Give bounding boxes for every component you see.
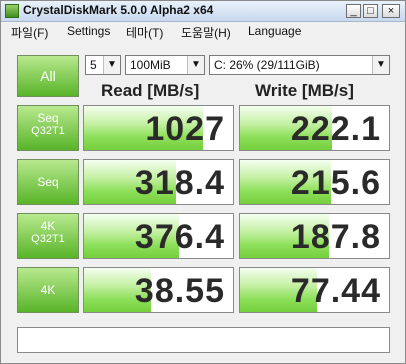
write-value: 222.1: [290, 110, 381, 148]
row-4k-button[interactable]: 4K: [17, 267, 79, 313]
test-count-select[interactable]: 5 ▼: [85, 55, 121, 75]
menu-theme[interactable]: 테마(T): [126, 24, 163, 41]
read-value: 38.55: [134, 272, 225, 310]
row-label: 4K: [40, 283, 56, 297]
comment-field[interactable]: [17, 327, 390, 353]
maximize-button[interactable]: □: [363, 4, 378, 18]
chevron-down-icon: ▼: [103, 56, 120, 74]
read-value: 376.4: [134, 218, 225, 256]
write-result-seq: 215.6: [239, 159, 390, 205]
read-value: 318.4: [134, 164, 225, 202]
row-sublabel: Q32T1: [31, 125, 65, 137]
chevron-down-icon: ▼: [187, 56, 204, 74]
menu-language[interactable]: Language: [248, 24, 301, 38]
read-value: 1027: [145, 110, 225, 148]
write-result-4k: 77.44: [239, 267, 390, 313]
row-label: Seq: [37, 175, 59, 189]
read-header: Read [MB/s]: [101, 81, 200, 100]
read-result-seq: 318.4: [83, 159, 234, 205]
write-value: 215.6: [290, 164, 381, 202]
drive-select[interactable]: C: 26% (29/111GiB) ▼: [209, 55, 390, 75]
menu-help[interactable]: 도움말(H): [181, 24, 231, 41]
menu-file[interactable]: 파일(F): [11, 24, 48, 41]
test-size-value: 100MiB: [130, 58, 171, 72]
row-label: 4K: [40, 219, 56, 233]
app-window: CrystalDiskMark 5.0.0 Alpha2 x64 _ □ × 파…: [0, 0, 406, 364]
read-result-4k: 38.55: [83, 267, 234, 313]
drive-value: C: 26% (29/111GiB): [214, 58, 320, 72]
write-result-4k-q32t1: 187.8: [239, 213, 390, 259]
app-icon: [5, 4, 19, 18]
write-value: 187.8: [290, 218, 381, 256]
read-result-seq-q32t1: 1027: [83, 105, 234, 151]
row-4k-q32t1-button[interactable]: 4K Q32T1: [17, 213, 79, 259]
row-seq-q32t1-button[interactable]: Seq Q32T1: [17, 105, 79, 151]
menu-bar: 파일(F) Settings 테마(T) 도움말(H) Language: [1, 22, 405, 40]
close-button[interactable]: ×: [382, 4, 400, 18]
all-button[interactable]: All: [17, 55, 79, 97]
row-label: Seq: [37, 111, 59, 125]
write-result-seq-q32t1: 222.1: [239, 105, 390, 151]
row-sublabel: Q32T1: [31, 233, 65, 245]
minimize-button[interactable]: _: [346, 4, 361, 18]
test-size-select[interactable]: 100MiB ▼: [125, 55, 205, 75]
chevron-down-icon: ▼: [372, 56, 389, 74]
menu-settings[interactable]: Settings: [67, 24, 110, 38]
test-count-value: 5: [90, 58, 97, 72]
title-bar[interactable]: CrystalDiskMark 5.0.0 Alpha2 x64 _ □ ×: [1, 1, 405, 22]
read-result-4k-q32t1: 376.4: [83, 213, 234, 259]
window-title: CrystalDiskMark 5.0.0 Alpha2 x64: [23, 3, 214, 17]
row-seq-button[interactable]: Seq: [17, 159, 79, 205]
write-header: Write [MB/s]: [255, 81, 354, 100]
write-value: 77.44: [290, 272, 381, 310]
